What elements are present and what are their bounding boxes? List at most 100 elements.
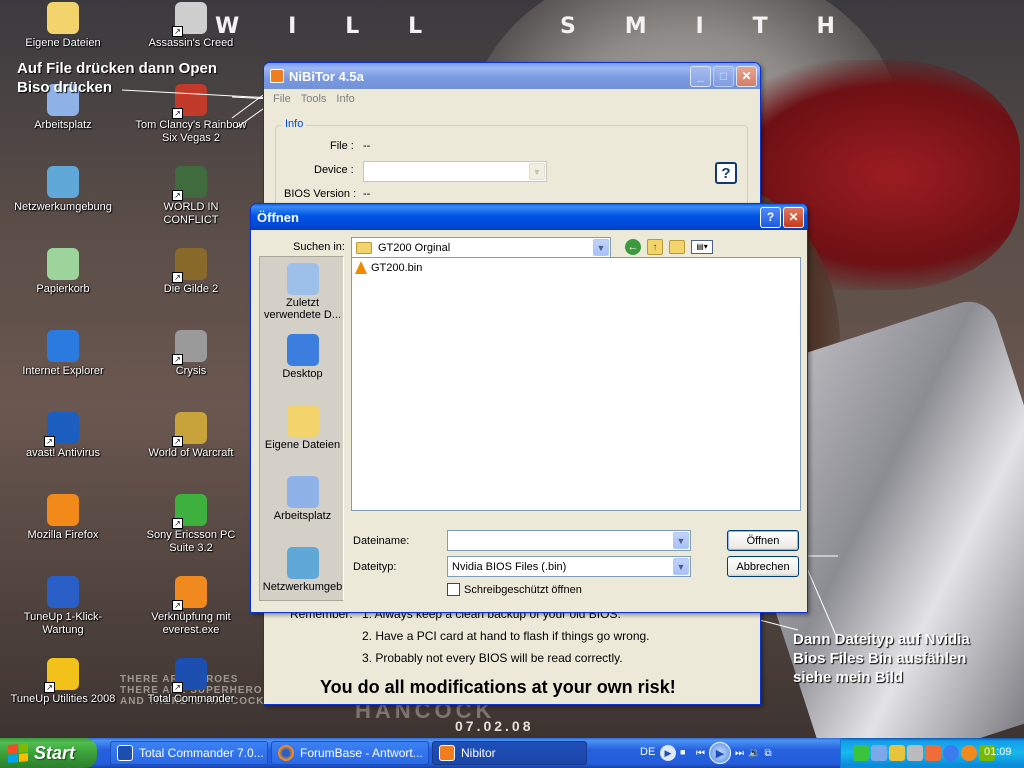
previous-icon[interactable]: ⏮: [696, 748, 705, 759]
place-1[interactable]: Zuletzt verwendete D...: [260, 257, 345, 328]
network-places-icon: [286, 547, 319, 579]
info-tray-icon[interactable]: [943, 745, 959, 761]
readonly-checkbox-row[interactable]: Schreibgeschützt öffnen: [447, 583, 582, 596]
bios-version-value: --: [363, 188, 371, 200]
annotation-filetype: Dann Dateityp auf Nvidia Bios Files Bin …: [793, 631, 970, 686]
help-button[interactable]: ?: [760, 206, 781, 228]
menu-file[interactable]: File: [268, 93, 296, 105]
look-in-select[interactable]: GT200 Orginal ▼: [351, 237, 611, 258]
nibitor-title: NiBiTor 4.5a: [289, 68, 364, 84]
back-icon[interactable]: ←: [625, 239, 641, 255]
task-nibitor[interactable]: Nibitor: [432, 741, 587, 765]
media-player-toolbar: ▶ ■ ⏮ ▶ ⏭ 🔉 ⧉: [660, 742, 828, 764]
info-group-title: Info: [282, 118, 307, 130]
maximize-button[interactable]: □: [713, 65, 734, 87]
volume-icon[interactable]: 🔉: [748, 748, 760, 759]
new-folder-icon[interactable]: [669, 240, 685, 254]
file-item-name: GT200.bin: [371, 261, 423, 274]
chevron-down-icon: ▼: [673, 532, 689, 549]
chevron-down-icon: ▼: [529, 163, 545, 180]
restore-icon[interactable]: ⧉: [764, 748, 771, 759]
place-label: Netzwerkumgeb: [262, 581, 343, 593]
place-3[interactable]: Eigene Dateien: [260, 399, 345, 470]
place-label: Eigene Dateien: [264, 439, 341, 451]
firefox-icon: [278, 745, 294, 761]
clock[interactable]: 01:09: [984, 746, 1012, 758]
remember-item: 3. Probably not every BIOS will be read …: [362, 651, 623, 665]
taskbar: Start Total Commander 7.0... ForumBase -…: [0, 738, 1024, 768]
network-tray-icon[interactable]: [871, 745, 887, 761]
task-total-commander[interactable]: Total Commander 7.0...: [110, 741, 268, 765]
cancel-button-label: Abbrechen: [736, 560, 790, 573]
task-firefox[interactable]: ForumBase - Antwort...: [271, 741, 429, 765]
nibitor-icon: [439, 745, 455, 761]
file-label: File :: [330, 140, 354, 152]
start-button[interactable]: Start: [0, 738, 97, 768]
help-button[interactable]: ?: [715, 162, 737, 184]
menu-info[interactable]: Info: [331, 93, 359, 105]
stop-icon[interactable]: ■: [680, 747, 692, 759]
chevron-down-icon: ▼: [673, 558, 689, 575]
dialog-toolbar: ← ↑ ▤▾: [625, 239, 713, 255]
filename-input[interactable]: ▼: [447, 530, 691, 551]
my-documents-icon: [286, 405, 319, 437]
volume-tray-icon[interactable]: [907, 745, 923, 761]
device-label: Device :: [314, 164, 354, 176]
nibitor-app-icon: [270, 69, 284, 83]
remember-section: Remember: 1. Always keep a clean backup …: [290, 607, 750, 698]
open-dialog-title: Öffnen: [257, 209, 299, 225]
open-dialog-titlebar[interactable]: Öffnen ? ✕: [251, 204, 807, 230]
file-list[interactable]: GT200.bin: [351, 257, 801, 511]
task-label: Total Commander 7.0...: [139, 746, 264, 760]
file-value: --: [363, 140, 371, 152]
view-menu-icon[interactable]: ▤▾: [691, 240, 713, 254]
filetype-value: Nvidia BIOS Files (.bin): [452, 560, 567, 573]
avast-tray-icon[interactable]: [961, 745, 977, 761]
total-commander-icon: [117, 745, 133, 761]
nibitor-titlebar[interactable]: NiBiTor 4.5a _ □ ✕: [264, 63, 760, 89]
language-indicator[interactable]: DE: [640, 746, 655, 758]
update-tray-icon[interactable]: [925, 745, 941, 761]
device-select[interactable]: ▼: [363, 161, 547, 182]
security-tray-icon[interactable]: [889, 745, 905, 761]
next-icon[interactable]: ⏭: [735, 748, 744, 759]
place-4[interactable]: Arbeitsplatz: [260, 470, 345, 541]
help-icon: ?: [721, 164, 731, 182]
risk-warning: You do all modifications at your own ris…: [320, 677, 676, 697]
filename-label: Dateiname:: [353, 535, 410, 547]
place-5[interactable]: Netzwerkumgeb: [260, 541, 345, 612]
task-label: ForumBase - Antwort...: [300, 746, 423, 760]
nibitor-menubar: File Tools Info: [264, 89, 760, 108]
start-label: Start: [34, 742, 76, 763]
close-button[interactable]: ✕: [736, 65, 757, 87]
look-in-value: GT200 Orginal: [378, 241, 451, 254]
cancel-button[interactable]: Abbrechen: [727, 556, 799, 577]
open-button-label: Öffnen: [746, 534, 780, 547]
vlc-cone-icon: [355, 261, 367, 274]
media-player-icon[interactable]: ▶: [660, 745, 676, 761]
minimize-button[interactable]: _: [690, 65, 711, 87]
my-computer-icon: [286, 476, 319, 508]
place-2[interactable]: Desktop: [260, 328, 345, 399]
readonly-checkbox[interactable]: [447, 583, 460, 596]
close-icon: ✕: [788, 210, 799, 224]
windows-logo-icon: [8, 742, 28, 764]
close-button[interactable]: ✕: [783, 206, 804, 228]
desktop-icon: [286, 334, 319, 366]
place-label: Arbeitsplatz: [273, 510, 332, 522]
filetype-label: Dateityp:: [353, 561, 397, 573]
remember-item: 2. Have a PCI card at hand to flash if t…: [362, 629, 650, 643]
filetype-select[interactable]: Nvidia BIOS Files (.bin) ▼: [447, 556, 691, 577]
help-icon: ?: [766, 210, 775, 224]
look-in-label: Suchen in:: [293, 241, 345, 253]
up-folder-icon[interactable]: ↑: [647, 239, 663, 255]
menu-tools[interactable]: Tools: [296, 93, 332, 105]
place-label: Zuletzt verwendete D...: [263, 297, 342, 321]
places-bar: Zuletzt verwendete D... Desktop Eigene Dat…: [259, 256, 344, 601]
battery-tray-icon[interactable]: [853, 745, 869, 761]
play-icon[interactable]: ▶: [709, 742, 731, 764]
file-item[interactable]: GT200.bin: [355, 261, 422, 274]
recent-documents-icon: [286, 263, 319, 295]
open-button[interactable]: Öffnen: [727, 530, 799, 551]
bios-version-label: BIOS Version :: [284, 188, 357, 200]
